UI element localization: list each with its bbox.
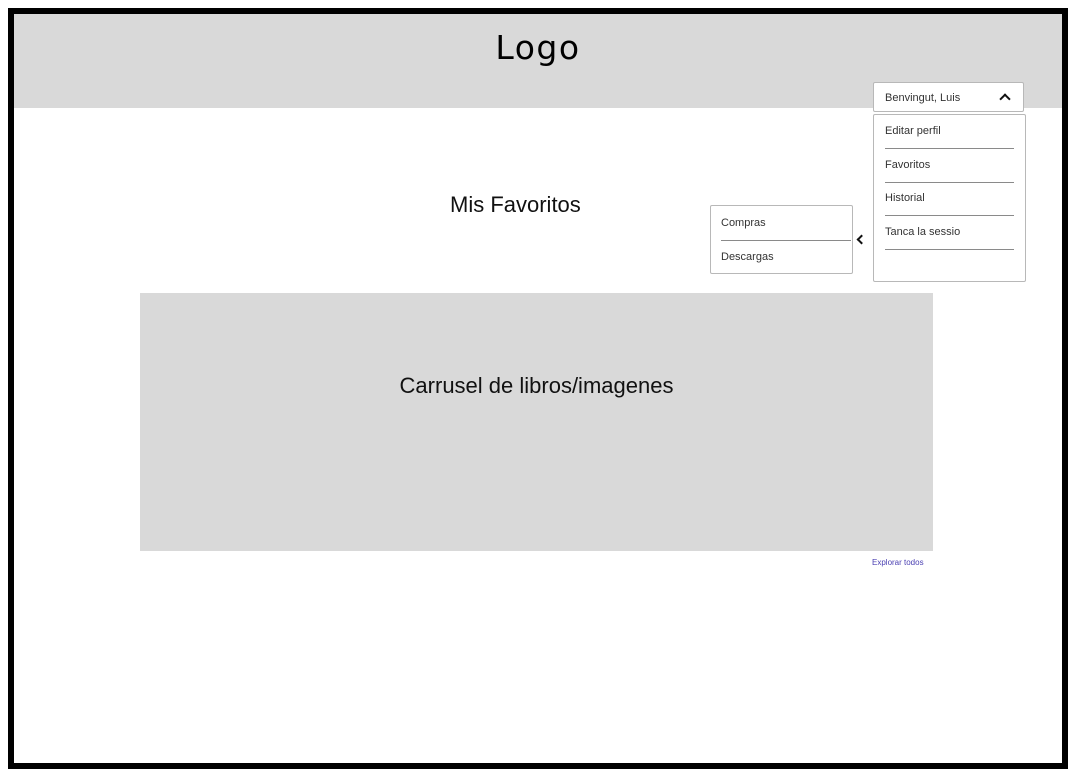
explore-all-link[interactable]: Explorar todos [872, 558, 924, 567]
page-title: Mis Favoritos [450, 192, 581, 217]
menu-item-label: Tanca la sessio [885, 226, 961, 238]
menu-item-favoritos[interactable]: Favoritos [885, 149, 1014, 183]
chevron-up-icon [999, 93, 1011, 105]
user-dropdown-menu: Editar perfil Favoritos Historial Tanca … [873, 114, 1026, 282]
submenu-item-label: Descargas [721, 251, 774, 263]
submenu-item-label: Compras [721, 217, 766, 229]
submenu-item-descargas[interactable]: Descargas [721, 240, 851, 274]
menu-item-editar-perfil[interactable]: Editar perfil [885, 115, 1014, 149]
user-dropdown-label: Benvingut, Luis [885, 92, 961, 104]
menu-item-label: Historial [885, 192, 925, 204]
carousel-label: Carrusel de libros/imagenes [399, 373, 674, 398]
menu-item-label: Favoritos [885, 159, 931, 171]
user-dropdown-button[interactable]: Benvingut, Luis [873, 82, 1024, 112]
logo[interactable]: Logo [14, 28, 1062, 67]
menu-item-tanca-la-sessio[interactable]: Tanca la sessio [885, 216, 1014, 250]
books-carousel[interactable]: Carrusel de libros/imagenes [140, 293, 933, 551]
submenu-item-compras[interactable]: Compras [721, 206, 851, 240]
menu-item-label: Editar perfil [885, 125, 941, 137]
historial-submenu: Compras Descargas [710, 205, 853, 274]
chevron-left-icon[interactable] [856, 234, 867, 245]
app-frame: Logo Benvingut, Luis Editar perfil Favor… [8, 8, 1068, 769]
menu-item-historial[interactable]: Historial [885, 182, 1014, 216]
